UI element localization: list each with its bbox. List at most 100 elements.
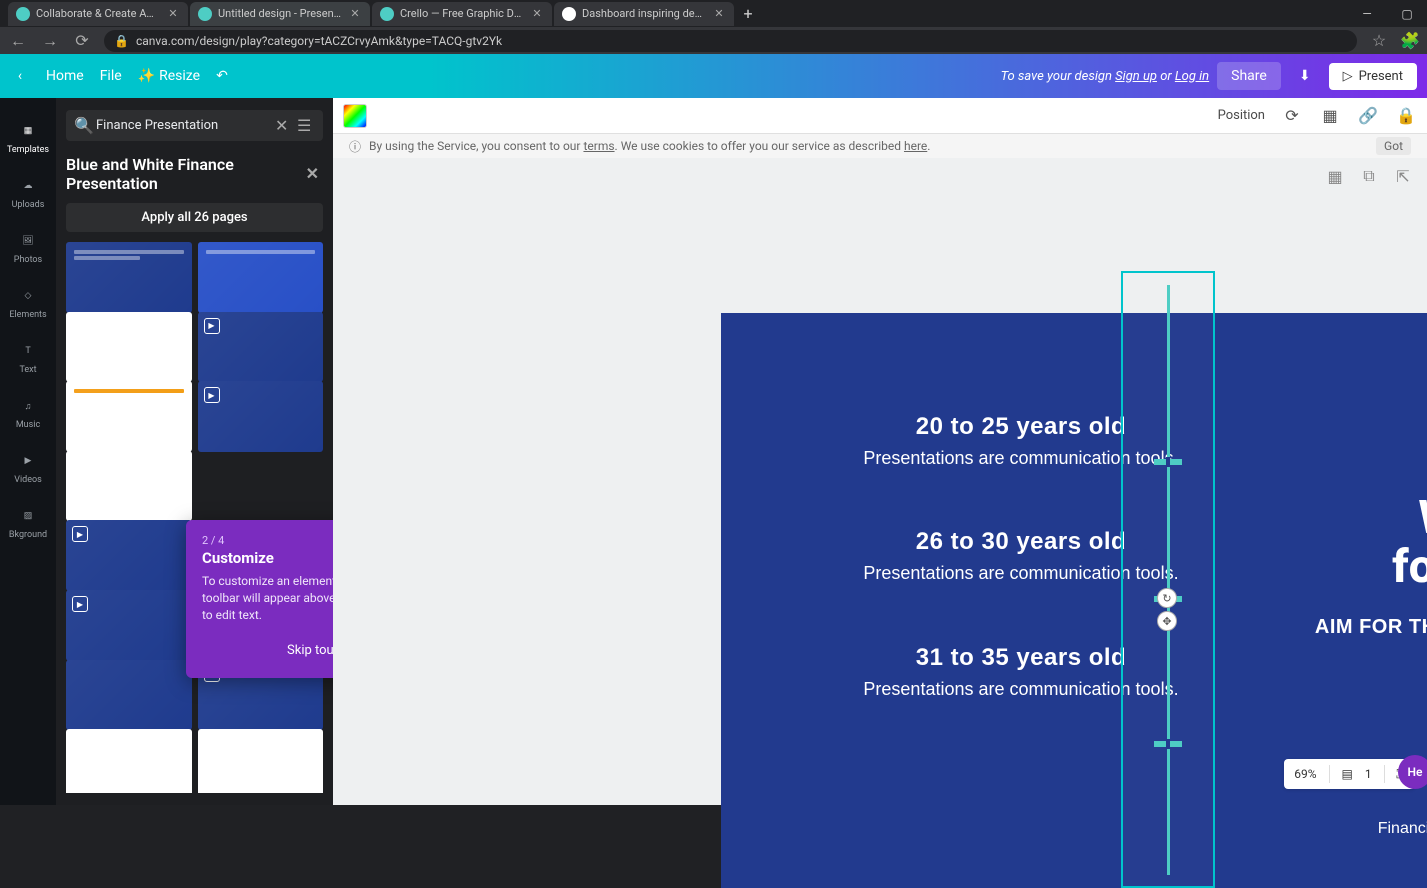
close-tab-icon[interactable]: ✕ [166,7,180,21]
rail-elements[interactable]: ◇Elements [0,275,56,330]
here-link[interactable]: here [904,139,927,153]
template-thumb[interactable] [66,381,192,452]
zoom-bar: 69% ▤ 1 ⛶ [1284,759,1415,789]
share-button[interactable]: Share [1217,62,1281,90]
duplicate-icon[interactable]: ⧉ [1359,166,1379,186]
template-thumb[interactable]: ▶ [66,520,192,591]
zoom-pct[interactable]: 69% [1294,767,1316,781]
slide-footer[interactable]: Financial Preparation for Millennials | … [1378,820,1427,838]
position-button[interactable]: Position [1218,108,1265,123]
present-button[interactable]: ▷ Present [1329,63,1417,90]
play-icon: ▷ [1343,69,1353,84]
search-box[interactable]: 🔍 ✕ ☰ [66,110,323,141]
back-icon[interactable]: ← [8,31,28,51]
undo-icon[interactable]: ↶ [216,68,228,84]
transparency-icon[interactable]: ▦ [1319,105,1341,127]
template-thumb[interactable] [66,451,192,522]
close-tab-icon[interactable]: ✕ [530,7,544,21]
url-text: canva.com/design/play?category=tACZCrvyA… [136,34,502,48]
timeline-tick[interactable] [1154,459,1182,465]
export-icon[interactable]: ⇱ [1393,166,1413,186]
template-thumb[interactable]: ▶ [66,590,192,661]
slide[interactable]: 19 20 to 25 years old Presentations are … [721,313,1427,888]
play-icon: ▶ [72,318,88,334]
minimize-icon[interactable]: — [1347,0,1387,27]
rail-videos[interactable]: ▶Videos [0,440,56,495]
clear-icon[interactable]: ✕ [275,116,291,135]
got-it-button[interactable]: Got [1376,137,1411,155]
template-thumb[interactable] [66,242,192,313]
play-icon: ▶ [204,387,220,403]
download-icon[interactable]: ⬇ [1289,62,1321,90]
forward-icon[interactable]: → [40,31,60,51]
template-thumb[interactable] [66,660,192,731]
grid-view-icon[interactable]: ▦ [1325,166,1345,186]
background-icon: ▨ [17,505,39,527]
login-link[interactable]: Log in [1175,69,1209,84]
rotate-handle-icon[interactable]: ↻ [1157,588,1177,608]
templates-icon: ▦ [17,120,39,142]
timeline-line[interactable] [1167,285,1170,875]
close-tab-icon[interactable]: ✕ [348,7,362,21]
home-button[interactable]: Home [46,68,84,84]
slide-container[interactable]: 19 20 to 25 years old Presentations are … [721,313,1427,888]
search-icon: 🔍 [74,116,90,135]
search-input[interactable] [96,118,269,133]
rail-text[interactable]: TText [0,330,56,385]
favicon-icon [562,7,576,21]
star-icon[interactable]: ☆ [1369,31,1389,51]
signup-link[interactable]: Sign up [1115,69,1157,84]
app-bar: ‹ Home File ✨ Resize ↶ To save your desi… [0,54,1427,98]
back-chevron-icon[interactable]: ‹ [10,68,30,84]
sync-icon[interactable]: ⟳ [1281,105,1303,127]
canvas-toolbar: Position ⟳ ▦ 🔗 🔒 [333,98,1427,134]
rail-photos[interactable]: 🖼Photos [0,220,56,275]
rail-music[interactable]: ♫Music [0,385,56,440]
lock-icon: 🔒 [114,34,128,48]
maximize-icon[interactable]: ▢ [1387,0,1427,27]
lock-icon[interactable]: 🔒 [1395,105,1417,127]
template-thumb[interactable] [198,242,324,313]
color-swatch[interactable] [343,104,367,128]
canvas-area[interactable]: Position ⟳ ▦ 🔗 🔒 ⓘ By using the Service,… [333,98,1427,805]
link-icon[interactable]: 🔗 [1357,105,1379,127]
rail-uploads[interactable]: ☁Uploads [0,165,56,220]
terms-link[interactable]: terms [583,139,614,153]
new-tab-icon[interactable]: + [736,2,760,26]
browser-tab-3[interactable]: Dashboard inspiring designs - G ✕ [554,2,734,26]
browser-tab-2[interactable]: Crello — Free Graphic Design So ✕ [372,2,552,26]
play-icon: ▶ [72,596,88,612]
videos-icon: ▶ [17,450,39,472]
tour-title: Customize [202,549,333,567]
favicon-icon [16,7,30,21]
tab-title: Untitled design - Presentation (1 [218,7,342,20]
browser-tab-1[interactable]: Untitled design - Presentation (1 ✕ [190,2,370,26]
rail-templates[interactable]: ▦Templates [0,110,56,165]
template-thumb[interactable]: ▶ [66,312,192,383]
resize-button[interactable]: ✨ Resize [138,68,200,84]
skip-tour-button[interactable]: Skip tour [275,637,333,664]
file-menu[interactable]: File [100,68,122,84]
apply-all-button[interactable]: Apply all 26 pages [66,203,323,232]
uploads-icon: ☁ [17,175,39,197]
close-tab-icon[interactable]: ✕ [712,7,726,21]
main-title[interactable]: Ways to Save for Retirement [1264,493,1427,592]
window-controls: — ▢ [1347,0,1427,27]
timeline-tick[interactable] [1154,741,1182,747]
subtitle[interactable]: AIM FOR THESE GOALS ONE BY ONE [1264,616,1427,639]
pages-icon[interactable]: ▤ [1342,767,1353,781]
move-handle-icon[interactable]: ✥ [1157,611,1177,631]
template-thumb[interactable]: ▶ [198,381,324,452]
template-thumb[interactable]: ▶ [198,312,324,383]
close-panel-icon[interactable]: ✕ [306,164,319,183]
url-box[interactable]: 🔒 canva.com/design/play?category=tACZCrv… [104,30,1357,52]
rail-background[interactable]: ▨Bkground [0,495,56,550]
help-button[interactable]: He [1398,755,1427,789]
browser-tab-0[interactable]: Collaborate & Create Amazing G ✕ [8,2,188,26]
save-message: To save your design Sign up or Log in [1001,69,1210,84]
extensions-icon[interactable]: 🧩 [1401,32,1419,50]
tune-icon[interactable]: ☰ [297,116,315,135]
reload-icon[interactable]: ⟳ [72,31,92,51]
template-thumb[interactable] [66,729,192,793]
template-thumb[interactable] [198,729,324,793]
